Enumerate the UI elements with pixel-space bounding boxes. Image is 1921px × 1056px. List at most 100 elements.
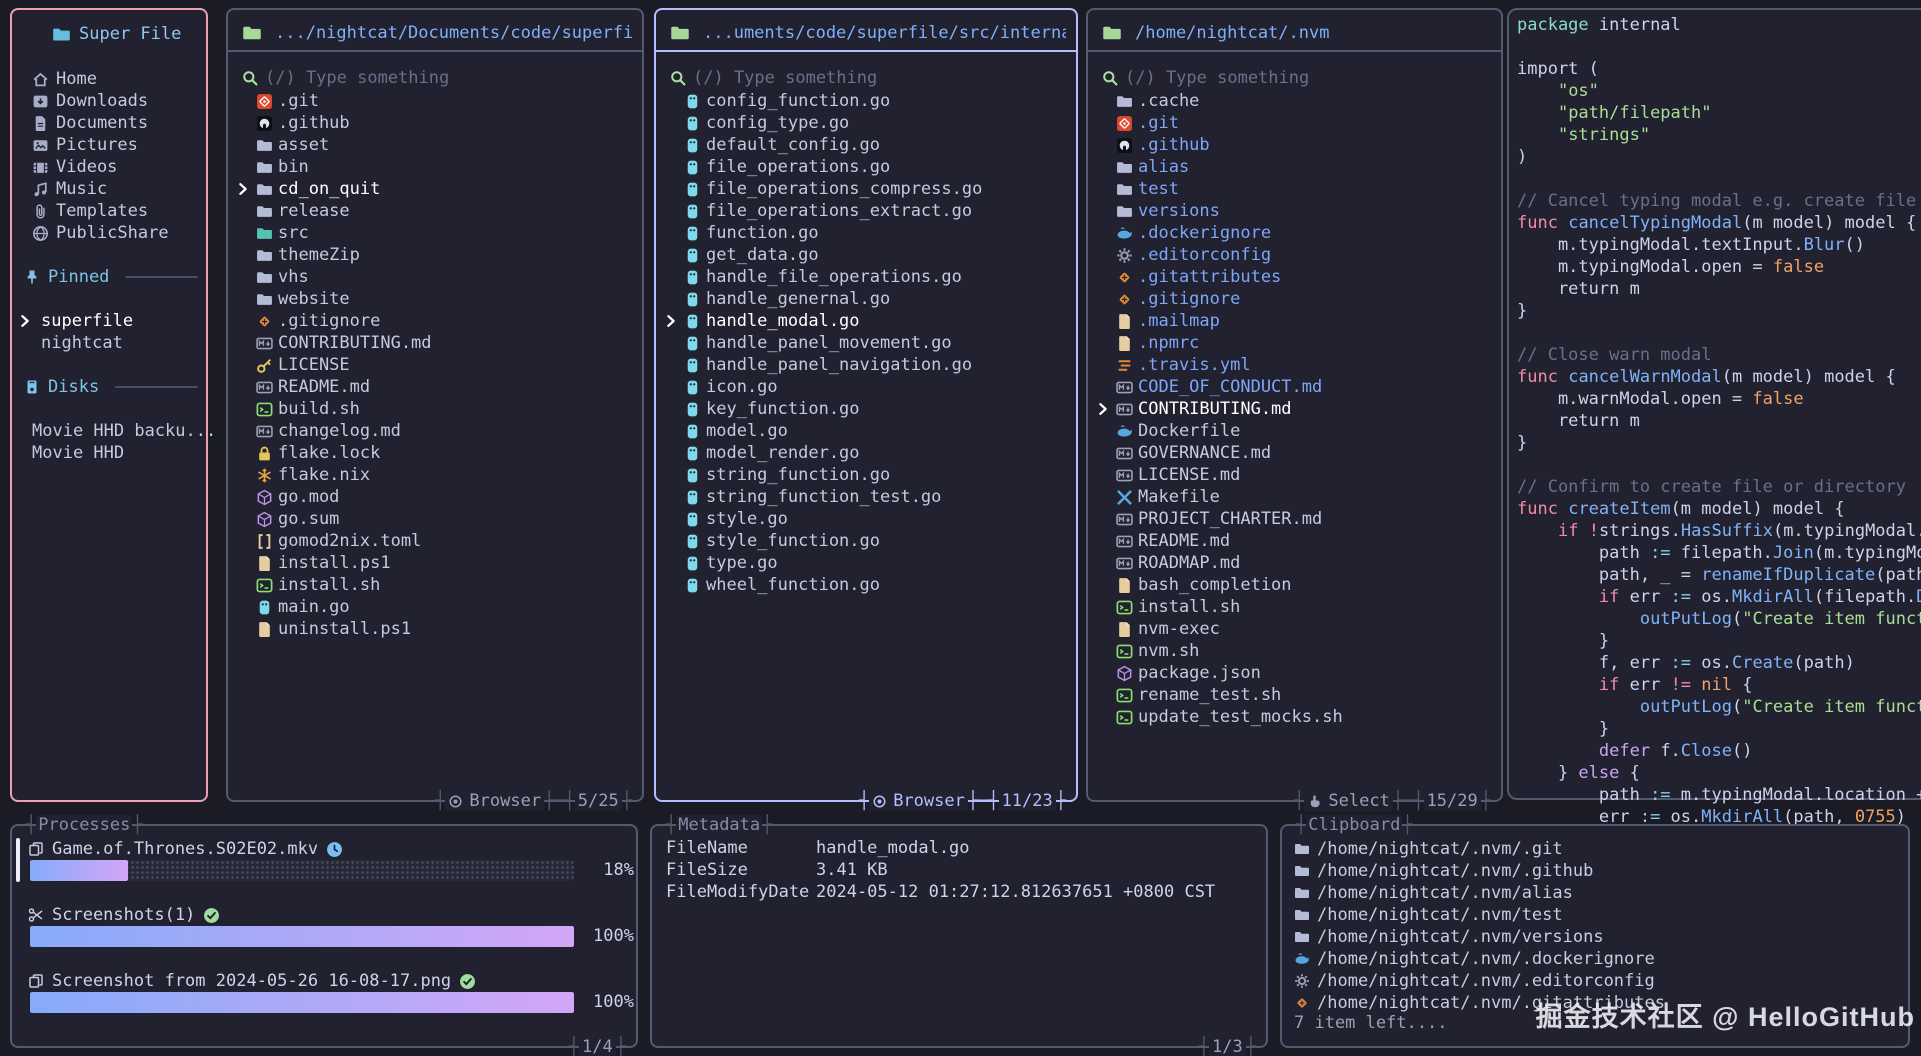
sidebar-disk-item[interactable]: Movie HHD backu... [32, 420, 200, 442]
sidebar-pinned-nightcat[interactable]: nightcat [18, 332, 200, 354]
file-row[interactable]: alias [1096, 156, 1497, 178]
file-row[interactable]: release [236, 200, 638, 222]
file-row[interactable]: bin [236, 156, 638, 178]
file-row[interactable]: .gitignore [236, 310, 638, 332]
sidebar-item-templates[interactable]: Templates [32, 200, 200, 222]
file-row[interactable]: LICENSE.md [1096, 464, 1497, 486]
file-row[interactable]: rename_test.sh [1096, 684, 1497, 706]
sidebar-item-publicshare[interactable]: PublicShare [32, 222, 200, 244]
file-row[interactable]: asset [236, 134, 638, 156]
file-row[interactable]: flake.lock [236, 442, 638, 464]
file-row[interactable]: CONTRIBUTING.md [1096, 398, 1497, 420]
clipboard-item[interactable]: /home/nightcat/.nvm/alias [1294, 882, 1900, 904]
clipboard-item[interactable]: /home/nightcat/.nvm/test [1294, 904, 1900, 926]
file-row[interactable]: wheel_function.go [664, 574, 1072, 596]
file-row[interactable]: build.sh [236, 398, 638, 420]
file-row[interactable]: style.go [664, 508, 1072, 530]
file-row[interactable]: default_config.go [664, 134, 1072, 156]
file-row[interactable]: README.md [236, 376, 638, 398]
metadata-row[interactable]: FileModifyDate2024-05-12 01:27:12.812637… [666, 882, 1256, 904]
file-row[interactable]: src [236, 222, 638, 244]
process-item[interactable]: Game.of.Thrones.S02E02.mkv [28, 838, 626, 860]
file-row[interactable]: test [1096, 178, 1497, 200]
file-row[interactable]: Dockerfile [1096, 420, 1497, 442]
file-row[interactable]: package.json [1096, 662, 1497, 684]
file-row[interactable]: type.go [664, 552, 1072, 574]
file-row[interactable]: .gitignore [1096, 288, 1497, 310]
file-row[interactable]: .git [236, 90, 638, 112]
file-row[interactable]: handle_genernal.go [664, 288, 1072, 310]
file-row[interactable]: key_function.go [664, 398, 1072, 420]
file-row[interactable]: .cache [1096, 90, 1497, 112]
file-row[interactable]: install.sh [236, 574, 638, 596]
file-row[interactable]: string_function.go [664, 464, 1072, 486]
file-row[interactable]: gomod2nix.toml [236, 530, 638, 552]
file-row[interactable]: themeZip [236, 244, 638, 266]
clipboard-item[interactable]: /home/nightcat/.nvm/.dockerignore [1294, 948, 1900, 970]
file-row[interactable]: GOVERNANCE.md [1096, 442, 1497, 464]
file-row[interactable]: handle_panel_movement.go [664, 332, 1072, 354]
sidebar-item-videos[interactable]: Videos [32, 156, 200, 178]
file-row[interactable]: handle_modal.go [664, 310, 1072, 332]
file-row[interactable]: nvm-exec [1096, 618, 1497, 640]
file-row[interactable]: handle_file_operations.go [664, 266, 1072, 288]
process-item[interactable]: Screenshot from 2024-05-26 16-08-17.png [28, 970, 626, 992]
search-input[interactable]: (/) Type something [242, 67, 632, 89]
file-row[interactable]: nvm.sh [1096, 640, 1497, 662]
sidebar-item-music[interactable]: Music [32, 178, 200, 200]
clipboard-item[interactable]: /home/nightcat/.nvm/.github [1294, 860, 1900, 882]
metadata-row[interactable]: FileSize3.41 KB [666, 860, 1256, 882]
file-row[interactable]: .git [1096, 112, 1497, 134]
file-row[interactable]: vhs [236, 266, 638, 288]
search-input[interactable]: (/) Type something [1102, 67, 1491, 89]
file-row[interactable]: config_type.go [664, 112, 1072, 134]
file-row[interactable]: file_operations.go [664, 156, 1072, 178]
file-row[interactable]: file_operations_compress.go [664, 178, 1072, 200]
file-row[interactable]: get_data.go [664, 244, 1072, 266]
file-row[interactable]: update_test_mocks.sh [1096, 706, 1497, 728]
clipboard-item[interactable]: /home/nightcat/.nvm/.git [1294, 838, 1900, 860]
metadata-row[interactable]: FileNamehandle_modal.go [666, 838, 1256, 860]
file-row[interactable]: icon.go [664, 376, 1072, 398]
file-row[interactable]: cd_on_quit [236, 178, 638, 200]
file-row[interactable]: file_operations_extract.go [664, 200, 1072, 222]
file-row[interactable]: style_function.go [664, 530, 1072, 552]
file-row[interactable]: uninstall.ps1 [236, 618, 638, 640]
sidebar-disk-item[interactable]: Movie HHD [32, 442, 200, 464]
file-row[interactable]: bash_completion [1096, 574, 1497, 596]
file-row[interactable]: README.md [1096, 530, 1497, 552]
file-row[interactable]: model_render.go [664, 442, 1072, 464]
file-row[interactable]: install.ps1 [236, 552, 638, 574]
file-row[interactable]: PROJECT_CHARTER.md [1096, 508, 1497, 530]
file-row[interactable]: flake.nix [236, 464, 638, 486]
sidebar-pinned-superfile[interactable]: superfile [18, 310, 200, 332]
clipboard-item[interactable]: /home/nightcat/.nvm/.editorconfig [1294, 970, 1900, 992]
file-row[interactable]: changelog.md [236, 420, 638, 442]
sidebar-item-pictures[interactable]: Pictures [32, 134, 200, 156]
file-row[interactable]: LICENSE [236, 354, 638, 376]
search-input[interactable]: (/) Type something [670, 67, 1066, 89]
file-row[interactable]: go.mod [236, 486, 638, 508]
file-row[interactable]: .dockerignore [1096, 222, 1497, 244]
file-row[interactable]: handle_panel_navigation.go [664, 354, 1072, 376]
file-row[interactable]: function.go [664, 222, 1072, 244]
sidebar-item-downloads[interactable]: Downloads [32, 90, 200, 112]
file-row[interactable]: .github [1096, 134, 1497, 156]
file-row[interactable]: ROADMAP.md [1096, 552, 1497, 574]
file-row[interactable]: config_function.go [664, 90, 1072, 112]
file-row[interactable]: CONTRIBUTING.md [236, 332, 638, 354]
file-row[interactable]: Makefile [1096, 486, 1497, 508]
file-row[interactable]: .gitattributes [1096, 266, 1497, 288]
file-row[interactable]: model.go [664, 420, 1072, 442]
file-row[interactable]: string_function_test.go [664, 486, 1072, 508]
file-row[interactable]: website [236, 288, 638, 310]
file-row[interactable]: .travis.yml [1096, 354, 1497, 376]
clipboard-item[interactable]: /home/nightcat/.nvm/versions [1294, 926, 1900, 948]
process-item[interactable]: Screenshots(1) [28, 904, 626, 926]
file-row[interactable]: install.sh [1096, 596, 1497, 618]
file-row[interactable]: CODE_OF_CONDUCT.md [1096, 376, 1497, 398]
sidebar-item-documents[interactable]: Documents [32, 112, 200, 134]
sidebar-item-home[interactable]: Home [32, 68, 200, 90]
file-row[interactable]: .editorconfig [1096, 244, 1497, 266]
file-row[interactable]: .mailmap [1096, 310, 1497, 332]
